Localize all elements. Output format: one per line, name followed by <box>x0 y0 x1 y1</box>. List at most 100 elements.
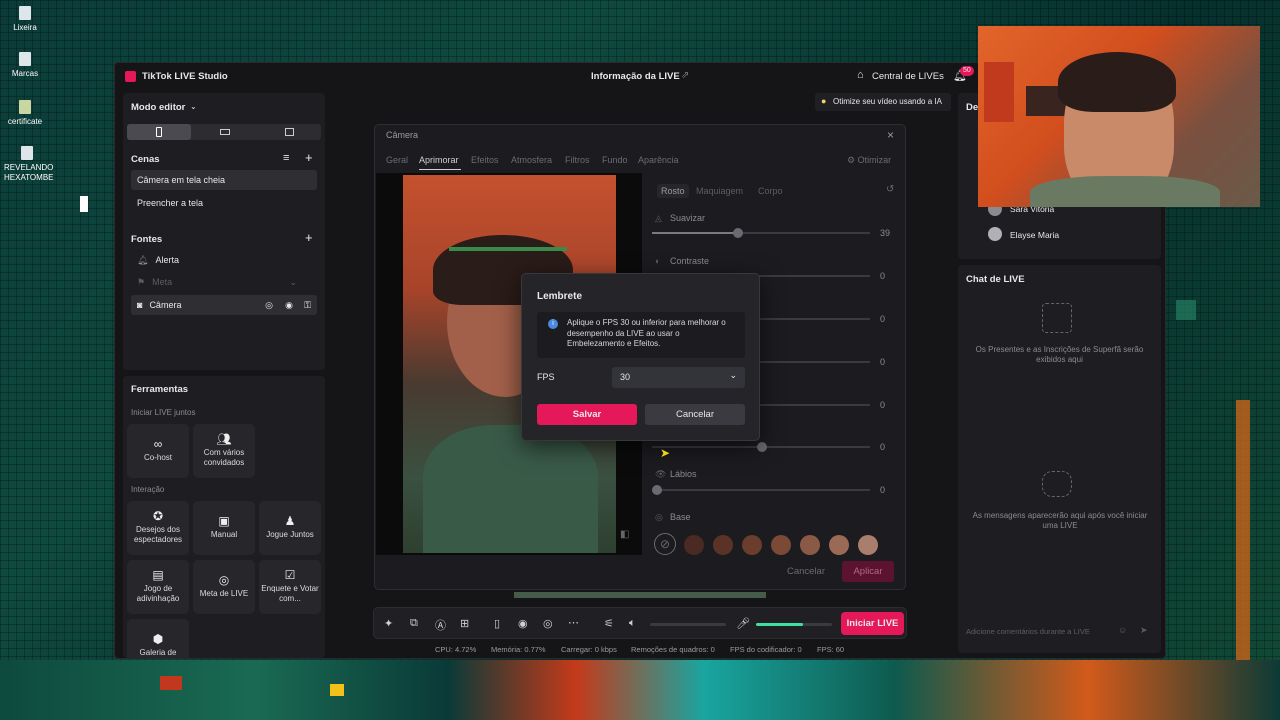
viewer-name[interactable]: Elayse Maria <box>1010 230 1059 240</box>
live-goal-button[interactable]: ◎ Meta de LIVE <box>193 560 255 614</box>
gallery-button[interactable]: ⬢ Galeria de <box>127 619 189 658</box>
start-live-button[interactable]: Iniciar LIVE <box>841 612 904 635</box>
slider-knob[interactable] <box>652 485 662 495</box>
base-color-swatch[interactable] <box>742 535 762 555</box>
tab-filters[interactable]: Filtros <box>565 155 590 165</box>
add-scene-icon[interactable]: + <box>305 150 313 165</box>
close-icon[interactable]: × <box>887 128 894 142</box>
slider-knob[interactable] <box>733 228 743 238</box>
target-icon[interactable]: ◎ <box>265 300 273 311</box>
base-color-swatch[interactable] <box>771 535 791 555</box>
add-media-icon[interactable]: ⊞ <box>460 617 469 630</box>
screenshot-icon[interactable]: ◎ <box>543 617 553 630</box>
sticker-icon[interactable]: ⧉ <box>410 617 418 630</box>
desktop-icon-trash[interactable]: Lixeira <box>4 6 46 33</box>
desktop-icon-revelando[interactable]: REVELANDO HEXATOMBE <box>4 146 54 183</box>
emoji-icon[interactable]: ☺ <box>1118 625 1127 635</box>
lips-slider[interactable] <box>652 485 870 495</box>
tab-appearance[interactable]: Aparência <box>638 155 679 165</box>
tool-label: Com vários convidados <box>203 448 245 467</box>
tab-general[interactable]: Geral <box>386 155 408 165</box>
speaker-icon[interactable]: 🔈︎ <box>629 617 636 630</box>
live-info-title[interactable]: Informação da LIVE <box>591 71 680 82</box>
desktop-icon-certificate[interactable]: certificate <box>4 100 46 127</box>
notification-badge: 50 <box>960 66 974 76</box>
slider-knob[interactable] <box>757 442 767 452</box>
reset-icon[interactable]: ↺ <box>886 184 894 195</box>
no-base-swatch[interactable]: ⊘ <box>654 533 676 555</box>
record-icon[interactable]: ◉ <box>518 617 528 630</box>
scene-item[interactable]: Preencher a tela <box>131 193 317 213</box>
source-item-camera[interactable]: ◙ Câmera ◎ ◉ ⚿ <box>131 295 317 315</box>
viewer-wishes-button[interactable]: ✪ Desejos dos espectadores <box>127 501 189 555</box>
microphone-icon[interactable]: 🎤︎ <box>736 617 750 630</box>
share-icon[interactable]: ⇗ <box>681 70 689 81</box>
mic-volume-slider[interactable] <box>756 623 832 626</box>
manual-button[interactable]: ▣ Manual <box>193 501 255 555</box>
desktop-icon-label: REVELANDO HEXATOMBE <box>4 163 54 182</box>
tab-background[interactable]: Fundo <box>602 155 628 165</box>
poll-button[interactable]: ☑ Enquete e Votar com... <box>259 560 321 614</box>
smooth-slider[interactable] <box>652 228 870 238</box>
subtab-body[interactable]: Corpo <box>758 186 783 196</box>
settings-sliders-icon[interactable]: ⚟ <box>604 617 614 630</box>
eye-icon[interactable]: ◉ <box>285 300 293 311</box>
more-icon[interactable]: ⋯ <box>568 616 579 629</box>
chevron-down-icon: ⌄ <box>190 102 197 111</box>
base-color-swatch[interactable] <box>684 535 704 555</box>
avatar <box>988 227 1002 241</box>
webcam-overlay <box>978 26 1260 207</box>
optimize-banner[interactable]: ● Otimize seu vídeo usando a IA <box>815 93 951 111</box>
fps-select[interactable]: 30 ⌄ <box>612 367 745 388</box>
lock-icon[interactable]: ⚿ <box>304 300 311 311</box>
file-icon <box>21 146 33 160</box>
slider-value: 0 <box>880 357 886 367</box>
portrait-tab[interactable] <box>127 124 191 140</box>
subtab-face[interactable]: Rosto <box>657 184 689 198</box>
camera-cancel-button[interactable]: Cancelar <box>774 560 838 582</box>
play-together-button[interactable]: ♟ Jogue Juntos <box>259 501 321 555</box>
landscape-tab[interactable] <box>192 124 256 140</box>
camera-icon: ◙ <box>137 300 143 310</box>
cohost-button[interactable]: ∞ Co-host <box>127 424 189 478</box>
source-label: Meta <box>152 277 173 287</box>
tool-label: Galeria de <box>139 648 177 657</box>
cancel-button[interactable]: Cancelar <box>645 404 745 425</box>
tab-enhance[interactable]: Aprimorar <box>419 155 459 165</box>
users-icon: 👥︎ <box>216 432 232 446</box>
camera-apply-button[interactable]: Aplicar <box>842 561 894 582</box>
live-center-link[interactable]: Central de LIVEs <box>872 71 944 82</box>
send-icon[interactable]: ➤ <box>1140 625 1148 636</box>
magic-wand-icon[interactable]: ✦ <box>384 617 393 630</box>
list-icon[interactable]: ≡ <box>283 152 289 164</box>
editor-mode-dropdown[interactable]: Modo editor <box>131 102 185 113</box>
speaker-volume-slider[interactable] <box>650 623 726 626</box>
app-title: TikTok LIVE Studio <box>142 71 228 82</box>
source-item[interactable]: ⚑ Meta ⌄ <box>131 272 317 292</box>
ai-icon[interactable]: Ⓐ <box>435 617 446 633</box>
file-icon <box>19 52 31 66</box>
base-color-swatch[interactable] <box>800 535 820 555</box>
guessing-game-button[interactable]: ▤ Jogo de adivinhação <box>127 560 189 614</box>
base-color-swatch[interactable] <box>829 535 849 555</box>
multi-guests-button[interactable]: 👥︎ Com vários convidados <box>193 424 255 478</box>
person-hair-image <box>1058 52 1176 112</box>
base-color-swatch[interactable] <box>713 535 733 555</box>
subtab-makeup[interactable]: Maquiagem <box>696 186 743 196</box>
tool-label: Manual <box>210 530 238 539</box>
base-color-swatch[interactable] <box>858 535 878 555</box>
slider[interactable] <box>652 442 870 452</box>
scene-item[interactable]: Câmera em tela cheia <box>131 170 317 190</box>
comment-input[interactable]: Adicione comentários durante a LIVE <box>966 627 1090 636</box>
landscape-icon <box>220 129 230 135</box>
tab-effects[interactable]: Efeitos <box>471 155 499 165</box>
dual-tab[interactable] <box>257 124 321 140</box>
save-button[interactable]: Salvar <box>537 404 637 425</box>
optimize-button[interactable]: ⚙ Otimizar <box>847 155 891 166</box>
phone-icon[interactable]: ▯ <box>494 617 500 630</box>
mirror-icon[interactable]: ◧ <box>620 529 629 540</box>
add-source-icon[interactable]: + <box>305 230 313 245</box>
tab-atmosphere[interactable]: Atmosfera <box>511 155 552 165</box>
source-item[interactable]: 🔔︎ Alerta <box>131 250 317 270</box>
desktop-icon-marcas[interactable]: Marcas <box>4 52 46 79</box>
